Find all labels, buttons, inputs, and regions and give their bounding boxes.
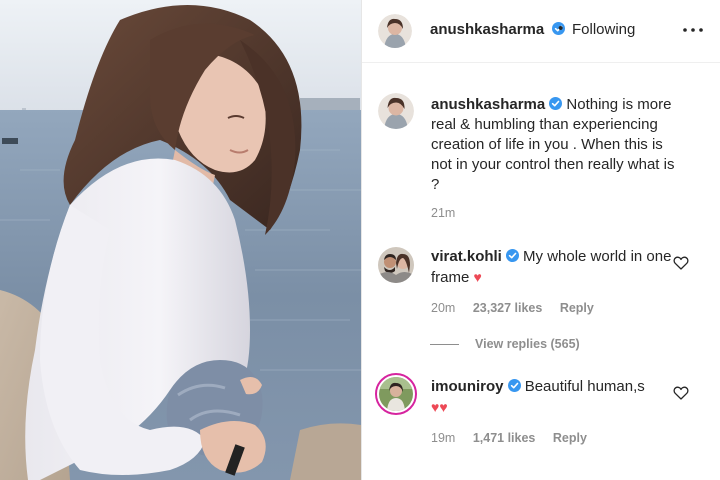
heart-outline-icon[interactable] bbox=[673, 255, 689, 271]
comment-text-block: virat.kohli My whole world in one frame … bbox=[431, 247, 681, 288]
caption-username[interactable]: anushkasharma bbox=[431, 96, 545, 113]
header-separator: • bbox=[558, 20, 564, 37]
more-options-icon[interactable] bbox=[680, 22, 706, 38]
heart-emoji: ♥ bbox=[473, 269, 482, 285]
comment-meta: 20m 23,327 likes Reply bbox=[431, 301, 594, 315]
reply-button[interactable]: Reply bbox=[553, 431, 587, 445]
author-avatar[interactable] bbox=[378, 14, 412, 48]
commenter-username[interactable]: imouniroy bbox=[431, 378, 504, 395]
verified-icon bbox=[505, 249, 519, 262]
commenter-avatar[interactable] bbox=[378, 247, 414, 283]
caption-text-block: anushkasharma Nothing is more real & hum… bbox=[431, 95, 681, 195]
comment-body: Beautiful human,s bbox=[524, 378, 645, 395]
comment-meta: 19m 1,471 likes Reply bbox=[431, 431, 587, 445]
comment-timestamp[interactable]: 20m bbox=[431, 301, 455, 315]
caption-avatar[interactable] bbox=[378, 93, 414, 129]
following-button[interactable]: Following bbox=[572, 21, 635, 38]
comment-text-block: imouniroy Beautiful human,s ♥♥ bbox=[431, 377, 681, 418]
comment-likes[interactable]: 1,471 likes bbox=[473, 431, 536, 445]
post-photo[interactable] bbox=[0, 0, 361, 480]
heart-emoji: ♥♥ bbox=[431, 399, 448, 415]
verified-icon bbox=[549, 97, 563, 110]
post-header: anushkasharma • Following bbox=[362, 0, 720, 63]
post-photo-illustration bbox=[0, 0, 361, 480]
reply-button[interactable]: Reply bbox=[560, 301, 594, 315]
view-replies-button[interactable]: View replies (565) bbox=[430, 336, 580, 352]
author-username[interactable]: anushkasharma bbox=[430, 21, 566, 38]
caption-meta: 21m bbox=[431, 206, 469, 220]
commenter-username[interactable]: virat.kohli bbox=[431, 248, 502, 265]
caption-timestamp[interactable]: 21m bbox=[431, 206, 455, 220]
comment-likes[interactable]: 23,327 likes bbox=[473, 301, 543, 315]
author-username-text[interactable]: anushkasharma bbox=[430, 21, 544, 38]
comment-timestamp[interactable]: 19m bbox=[431, 431, 455, 445]
commenter-avatar[interactable] bbox=[375, 373, 417, 415]
verified-icon bbox=[507, 379, 521, 392]
replies-divider-line bbox=[430, 343, 459, 345]
post-details-panel: anushkasharma • Following anushkasharma … bbox=[361, 0, 720, 480]
heart-outline-icon[interactable] bbox=[673, 385, 689, 401]
view-replies-label[interactable]: View replies (565) bbox=[475, 337, 580, 351]
